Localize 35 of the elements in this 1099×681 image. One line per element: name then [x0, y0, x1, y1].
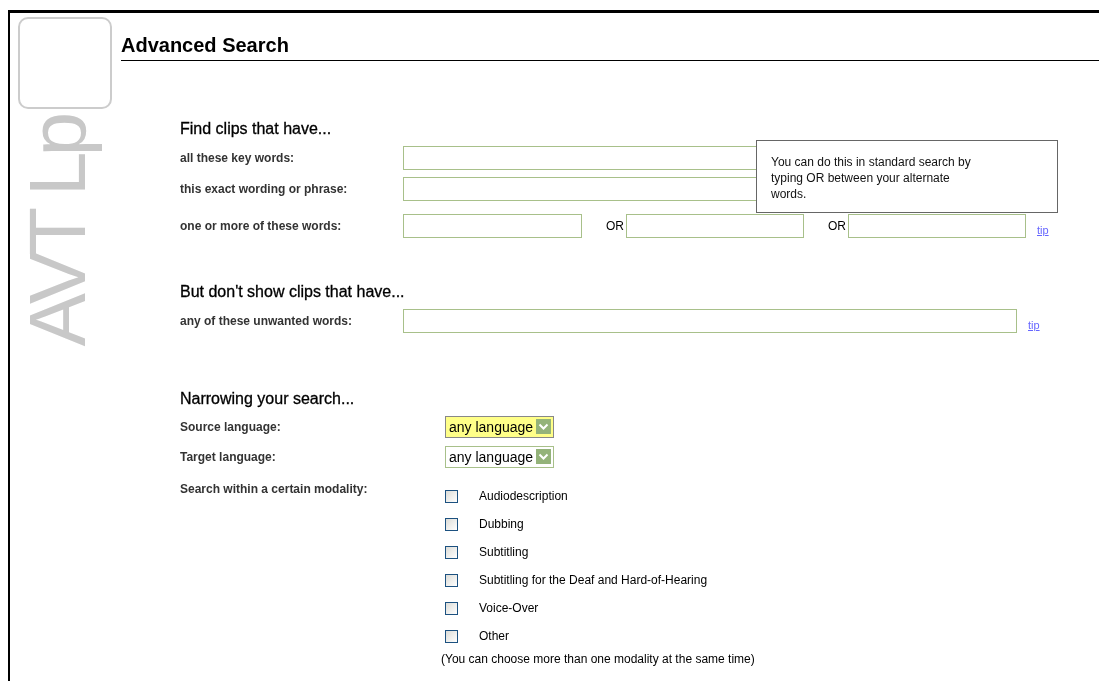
field-label: Target language:	[180, 449, 277, 464]
checkbox-label: Audiodescription	[479, 489, 568, 503]
field-label: any of these unwanted words:	[180, 314, 354, 328]
section-heading: Narrowing your search...	[180, 389, 355, 409]
input-field[interactable]	[403, 309, 1017, 333]
field-label: one or more of these words:	[180, 219, 343, 233]
input-field[interactable]	[848, 214, 1026, 238]
tip-link[interactable]: tip	[1028, 319, 1040, 331]
input-field[interactable]	[403, 214, 582, 238]
field-label: Search within a certain modality:	[180, 482, 369, 496]
tooltip: You can do this in standard search by typing OR between your alternate words.	[756, 140, 1058, 213]
section-heading: Find clips that have...	[180, 119, 332, 139]
language-dropdown[interactable]: any language	[445, 415, 555, 438]
page-title: Advanced Search	[121, 33, 1099, 61]
field-label: all these key words:	[180, 151, 296, 165]
checkbox-label: Other	[479, 629, 509, 643]
or-label: OR	[828, 219, 846, 233]
checkbox-label: Subtitling for the Deaf and Hard-of-Hearing	[479, 573, 708, 587]
checkbox[interactable]	[445, 489, 458, 503]
checkbox[interactable]	[445, 517, 458, 531]
section-heading: But don't show clips that have...	[180, 282, 405, 302]
language-dropdown[interactable]: any language	[445, 445, 555, 468]
field-label: this exact wording or phrase:	[180, 182, 349, 196]
field-label: Source language:	[180, 419, 282, 434]
checkbox-label: Voice-Over	[479, 601, 539, 615]
hint-text: (You can choose more than one modality at the same time)	[441, 652, 755, 666]
checkbox[interactable]	[445, 573, 458, 587]
tip-link[interactable]: tip	[1037, 224, 1049, 236]
checkbox-label: Subtitling	[479, 545, 529, 559]
checkbox-label: Dubbing	[479, 517, 524, 531]
checkbox[interactable]	[445, 629, 458, 643]
or-label: OR	[606, 219, 624, 233]
checkbox[interactable]	[445, 601, 458, 615]
checkbox[interactable]	[445, 545, 458, 559]
input-field[interactable]	[626, 214, 804, 238]
